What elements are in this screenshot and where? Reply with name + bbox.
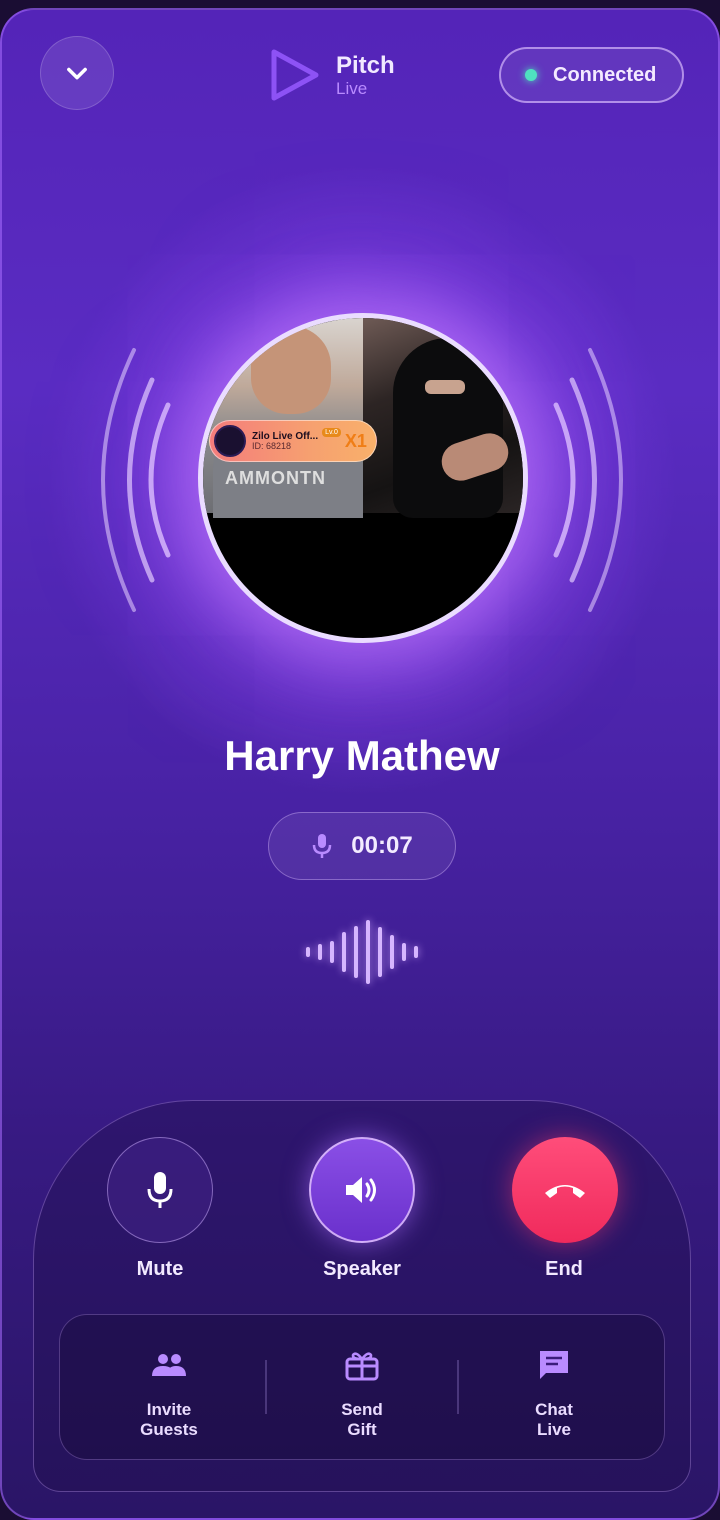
badge-avatar (214, 425, 246, 457)
guest-eyes (425, 380, 465, 394)
badge-name: Zilo Live Off... (252, 430, 319, 442)
speaker-label: Speaker (323, 1258, 401, 1280)
audio-bar (342, 932, 346, 972)
audio-bar (378, 927, 382, 977)
wave-right-3 (553, 402, 576, 558)
audio-bar (390, 935, 394, 969)
invite-guests-button[interactable] (149, 1345, 189, 1385)
audio-bar (366, 920, 370, 984)
badge-level: Lv.0 (322, 428, 341, 437)
call-timer: 00:07 (268, 812, 456, 880)
audio-bar (354, 926, 358, 978)
audio-bar (402, 943, 406, 961)
audio-bar (330, 941, 334, 963)
app-logo: Pitch Live (268, 46, 395, 104)
call-screen: Pitch Live Connected AMMONTN Zilo Live O… (0, 8, 720, 1520)
badge-multiplier: X1 (344, 430, 367, 451)
chat-live-label: Chat Live (494, 1400, 614, 1439)
wave-left-3 (148, 402, 171, 558)
speaker-button[interactable] (309, 1137, 415, 1243)
audio-bar (414, 946, 418, 958)
group-icon (152, 1354, 186, 1376)
caller-video-avatar: AMMONTN Zilo Live Off... ID: 68218 Lv.0 … (198, 313, 528, 643)
chat-live-button[interactable] (534, 1345, 574, 1385)
video-feed-host: AMMONTN (203, 318, 363, 518)
end-label: End (545, 1258, 583, 1280)
invite-label-line1: Invite (146, 1400, 192, 1419)
audio-visualizer (306, 918, 418, 986)
chat-label-line1: Chat (535, 1400, 573, 1419)
status-label: Connected (553, 63, 657, 86)
gift-label-line2: Gift (347, 1419, 377, 1439)
host-face (251, 326, 331, 414)
collapse-button[interactable] (40, 36, 114, 110)
chat-label-line2: Live (536, 1419, 572, 1439)
invite-label-line2: Guests (140, 1419, 198, 1439)
gift-icon (345, 1352, 379, 1381)
timer-value: 00:07 (351, 832, 413, 859)
caller-name: Harry Mathew (224, 732, 500, 779)
speaker-icon (346, 1177, 376, 1203)
chevron-down-icon (67, 67, 87, 80)
badge-id: ID: 68218 (252, 440, 292, 451)
app-title: Pitch (336, 51, 395, 79)
connection-status-badge: Connected (499, 47, 684, 103)
audio-bar (306, 947, 310, 957)
mute-label: Mute (136, 1258, 184, 1280)
end-call-button[interactable] (512, 1137, 618, 1243)
hang-up-icon (545, 1185, 585, 1198)
divider (265, 1360, 267, 1414)
invite-guests-label: Invite Guests (109, 1400, 229, 1439)
audio-bar (318, 944, 322, 960)
divider (457, 1360, 459, 1414)
video-feed-guest (363, 318, 523, 518)
play-logo-icon (271, 49, 319, 101)
guest-veil (393, 338, 503, 518)
microphone-icon (147, 1172, 173, 1208)
send-gift-button[interactable] (342, 1345, 382, 1385)
shirt-text: AMMONTN (225, 468, 326, 488)
mute-button[interactable] (107, 1137, 213, 1243)
send-gift-label: Send Gift (302, 1400, 422, 1439)
status-dot-icon (525, 69, 537, 81)
chat-icon (540, 1351, 568, 1379)
gift-label-line1: Send (341, 1400, 383, 1419)
stream-badge: Zilo Live Off... ID: 68218 Lv.0 X1 (209, 420, 377, 462)
app-subtitle: Live (336, 78, 368, 98)
microphone-icon (313, 834, 332, 858)
